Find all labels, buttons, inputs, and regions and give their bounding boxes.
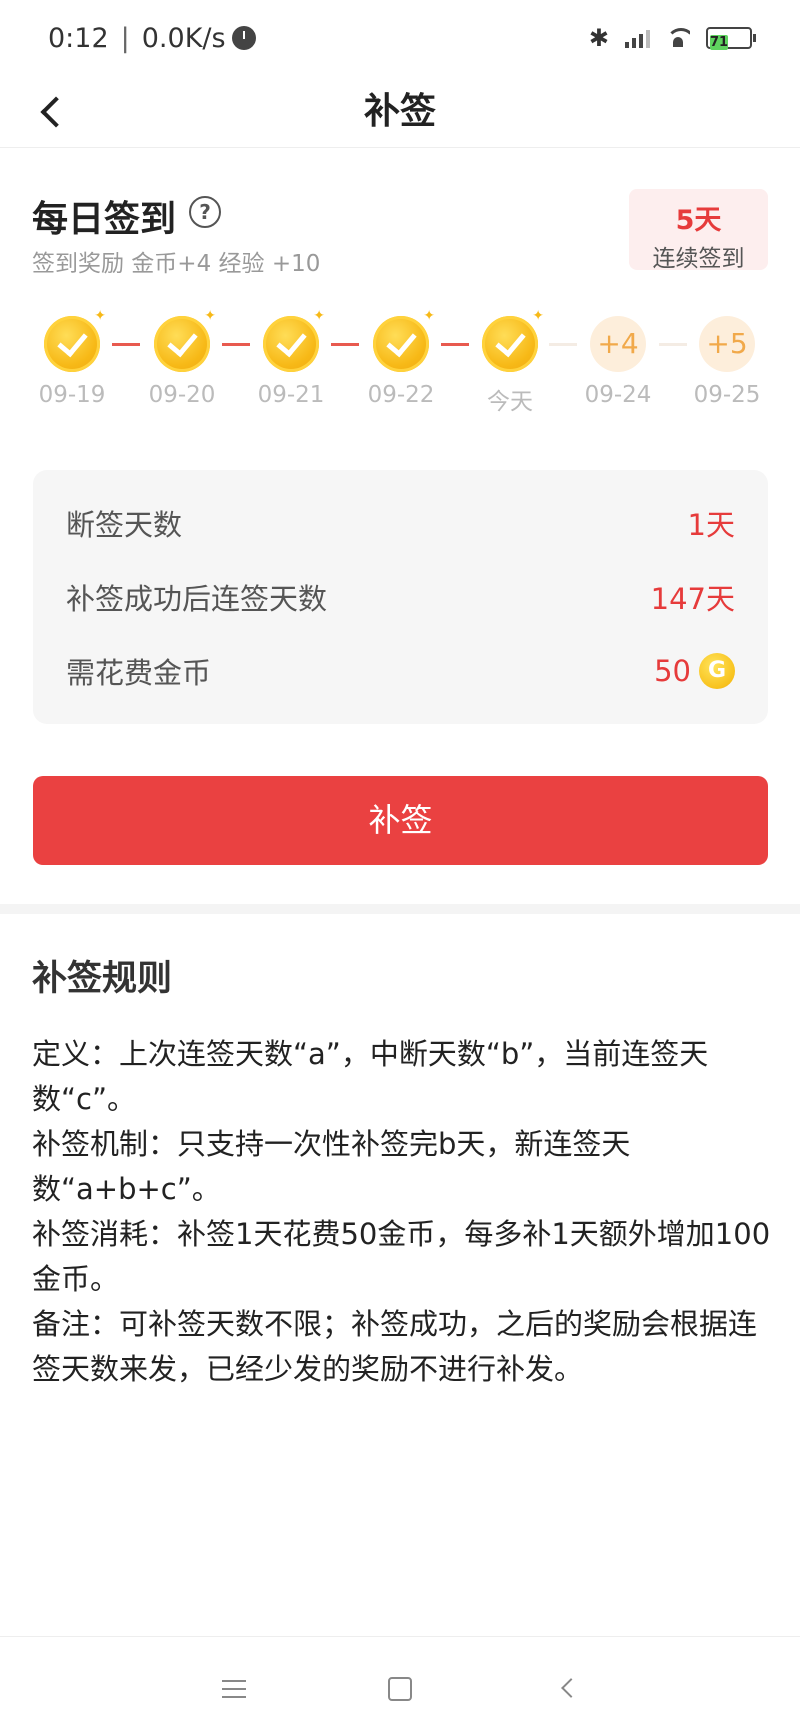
day-date: 09-21 xyxy=(257,382,325,408)
day-date: 09-19 xyxy=(38,382,106,408)
streak-days: 5天 xyxy=(675,205,722,236)
battery-icon: 71 xyxy=(706,27,756,50)
status-net-speed: 0.0K/s xyxy=(141,22,226,54)
day-date: 今天 xyxy=(487,389,533,415)
timeline-day: +5 09-25 xyxy=(672,316,782,408)
missed-days-value: 1天 xyxy=(687,508,735,542)
timeline-day: ✦ 今天 xyxy=(455,308,565,416)
system-back-icon[interactable] xyxy=(546,1667,590,1711)
status-right: ✱ 71 xyxy=(589,24,756,52)
streak-badge: 5天 连续签到 xyxy=(629,189,768,272)
info-row-after: 补签成功后连签天数 147天 xyxy=(66,575,735,619)
day-date: 09-22 xyxy=(367,382,435,408)
cost-value-group: 50 G xyxy=(654,653,735,689)
nav-bar: 补签 xyxy=(0,76,800,148)
future-reward-coin: +5 xyxy=(699,316,755,372)
timeline-day: ✦ 09-19 xyxy=(17,308,127,408)
checkin-reward-text: 签到奖励 金币+4 经验 +10 xyxy=(32,251,321,277)
future-reward-coin: +4 xyxy=(590,316,646,372)
gold-coin-icon: G xyxy=(699,653,735,689)
timeline-day: ✦ 09-20 xyxy=(127,308,237,408)
after-streak-value: 147天 xyxy=(650,582,735,616)
menu-icon[interactable] xyxy=(212,1667,256,1711)
after-streak-label: 补签成功后连签天数 xyxy=(66,582,328,616)
rule-cost: 补签消耗：补签1天花费50金币，每多补1天额外增加100金币。 xyxy=(32,1217,771,1296)
day-date: 09-20 xyxy=(148,382,216,408)
signal-icon xyxy=(625,28,650,48)
rules-title: 补签规则 xyxy=(32,959,173,999)
rule-note: 备注：可补签天数不限；补签成功，之后的奖励会根据连签天数来发，已经少发的奖励不进… xyxy=(32,1307,758,1386)
info-row-cost: 需花费金币 50 G xyxy=(66,649,735,693)
home-icon[interactable] xyxy=(378,1667,422,1711)
cost-value: 50 xyxy=(654,654,691,688)
status-left: 0:12 | 0.0K/s xyxy=(48,23,256,54)
wifi-icon xyxy=(666,28,690,48)
checked-coin-icon: ✦ xyxy=(44,308,106,372)
system-nav-bar xyxy=(0,1636,800,1733)
timeline-day: ✦ 09-21 xyxy=(236,308,346,408)
alarm-icon xyxy=(231,26,256,50)
checkin-timeline: ✦ 09-19 ✦ 09-20 ✦ 09-21 ✦ 09-22 ✦ 今天 +4 … xyxy=(0,308,800,426)
page-title: 补签 xyxy=(363,91,436,132)
checked-coin-icon: ✦ xyxy=(263,308,325,372)
missed-days-label: 断签天数 xyxy=(66,508,183,542)
timeline-day: ✦ 09-22 xyxy=(346,308,456,408)
help-icon[interactable]: ? xyxy=(189,196,221,228)
makeup-info-card: 断签天数 1天 补签成功后连签天数 147天 需花费金币 50 G xyxy=(33,470,768,724)
rule-definition: 定义：上次连签天数“a”，中断天数“b”，当前连签天数“c”。 xyxy=(32,1037,709,1116)
streak-label: 连续签到 xyxy=(652,246,745,272)
section-divider xyxy=(0,904,800,914)
cost-label: 需花费金币 xyxy=(66,656,212,690)
status-separator: | xyxy=(120,22,130,54)
timeline-day: +4 09-24 xyxy=(563,316,673,408)
bluetooth-icon: ✱ xyxy=(588,24,609,52)
rules-body: 定义：上次连签天数“a”，中断天数“b”，当前连签天数“c”。 补签机制：只支持… xyxy=(32,1032,772,1392)
makeup-checkin-button[interactable]: 补签 xyxy=(33,776,768,865)
day-date: 09-24 xyxy=(584,382,652,408)
battery-level: 71 xyxy=(710,35,729,50)
info-row-missed: 断签天数 1天 xyxy=(66,501,735,545)
status-bar: 0:12 | 0.0K/s ✱ 71 xyxy=(0,0,800,76)
checked-coin-icon: ✦ xyxy=(373,308,435,372)
checked-coin-icon: ✦ xyxy=(154,308,216,372)
status-time: 0:12 xyxy=(48,22,109,54)
checkin-title: 每日签到 xyxy=(32,199,177,240)
rule-mechanism: 补签机制：只支持一次性补签完b天，新连签天数“a+b+c”。 xyxy=(32,1127,631,1206)
checked-coin-icon: ✦ xyxy=(482,308,544,372)
day-date: 09-25 xyxy=(693,382,761,408)
